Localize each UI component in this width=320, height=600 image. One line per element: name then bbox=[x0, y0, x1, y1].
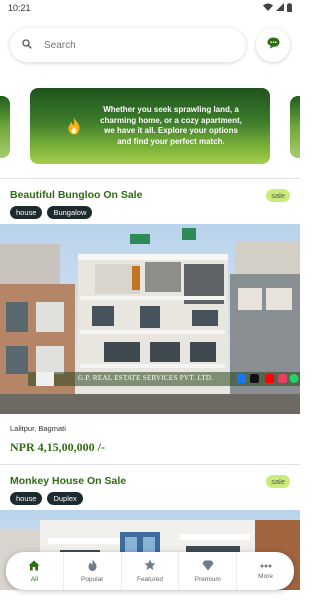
nav-label: Featured bbox=[136, 576, 163, 583]
status-badge: sale bbox=[266, 188, 290, 202]
search-bar[interactable] bbox=[10, 28, 246, 62]
listing-location: Lalitpur, Bagmati bbox=[10, 424, 66, 433]
nav-item-more[interactable]: More bbox=[237, 552, 294, 590]
divider bbox=[0, 464, 300, 465]
wifi-icon bbox=[263, 3, 273, 13]
nav-label: Popular bbox=[80, 576, 104, 583]
nav-item-featured[interactable]: Featured bbox=[122, 552, 180, 590]
chat-button[interactable] bbox=[256, 28, 290, 62]
status-badge: sale bbox=[266, 474, 290, 488]
status-time: 10:21 bbox=[8, 3, 31, 13]
star-icon bbox=[144, 559, 156, 573]
listing-title[interactable]: Beautiful Bungloo On Sale bbox=[10, 189, 142, 201]
promo-banner[interactable]: Whether you seek sprawling land, a charm… bbox=[30, 88, 270, 164]
search-row bbox=[0, 16, 300, 66]
bottom-nav: All Popular Featured Premium More bbox=[6, 552, 294, 590]
nav-label: More bbox=[258, 572, 273, 580]
search-icon bbox=[22, 36, 32, 54]
fire-icon bbox=[88, 559, 97, 573]
status-bar: 10:21 bbox=[0, 0, 300, 16]
signal-icon bbox=[276, 3, 284, 13]
tag-chip[interactable]: Duplex bbox=[47, 492, 83, 505]
divider bbox=[0, 178, 300, 179]
nav-item-popular[interactable]: Popular bbox=[64, 552, 122, 590]
nav-item-premium[interactable]: Premium bbox=[179, 552, 238, 590]
listing-card[interactable]: Beautiful Bungloo On Sale sale house Bun… bbox=[0, 185, 300, 455]
banner-next-slide[interactable] bbox=[290, 96, 300, 158]
diamond-icon bbox=[202, 560, 214, 573]
fire-icon bbox=[66, 117, 82, 140]
tag-chip[interactable]: house bbox=[10, 492, 43, 505]
nav-label: All bbox=[30, 575, 39, 583]
listing-price: NPR 4,15,00,000 /- bbox=[10, 440, 105, 454]
banner-text: Whether you seek sprawling land, a charm… bbox=[100, 105, 242, 146]
photo-watermark: G.P. REAL ESTATE SERVICES PVT. LTD. bbox=[78, 374, 214, 382]
search-input[interactable] bbox=[44, 39, 194, 51]
home-icon bbox=[28, 560, 40, 573]
listing-title[interactable]: Monkey House On Sale bbox=[10, 475, 126, 487]
nav-item-all[interactable]: All bbox=[6, 552, 64, 590]
listing-photo[interactable]: G.P. REAL ESTATE SERVICES PVT. LTD. bbox=[0, 224, 300, 414]
chat-icon bbox=[267, 36, 280, 54]
battery-icon bbox=[287, 2, 292, 14]
banner-prev-slide[interactable] bbox=[0, 96, 10, 158]
more-icon bbox=[260, 563, 272, 570]
tag-chip[interactable]: house bbox=[10, 206, 43, 219]
banner-carousel[interactable]: Whether you seek sprawling land, a charm… bbox=[0, 88, 300, 178]
nav-label: Premium bbox=[194, 575, 221, 583]
tag-chip[interactable]: Bungalow bbox=[47, 206, 93, 219]
